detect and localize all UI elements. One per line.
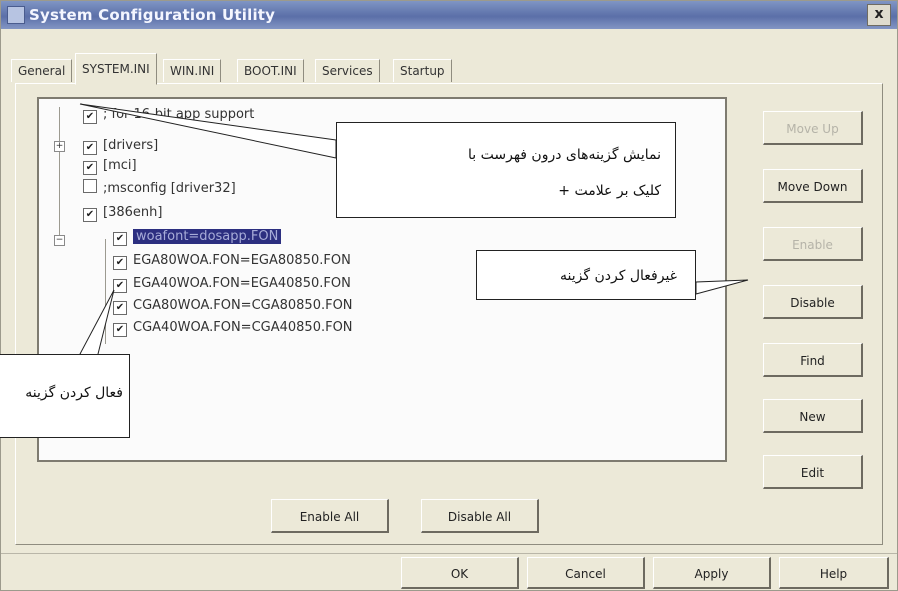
expand-callout-line1: نمایش گزینه‌های درون فهرست با (468, 147, 661, 163)
expand-callout-pointer (79, 103, 337, 159)
expand-callout: نمایش گزینه‌های درون فهرست با کلیک بر عل… (336, 122, 676, 218)
enable-callout: فعال کردن گزینه (0, 354, 130, 438)
expand-callout-line2: کلیک بر علامت + (558, 183, 661, 199)
enable-callout-pointer (79, 289, 115, 363)
tab-system-ini[interactable]: SYSTEM.INI (75, 53, 157, 85)
disable-callout-pointer (695, 279, 749, 295)
callout-pointers (79, 103, 749, 363)
disable-callout: غیرفعال کردن گزینه (476, 250, 696, 300)
